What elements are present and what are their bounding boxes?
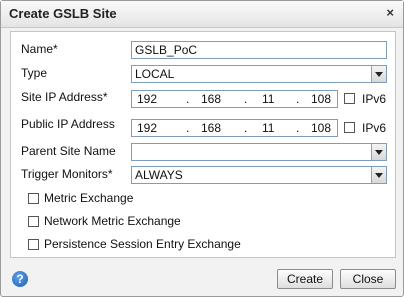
ip-separator: .	[296, 121, 300, 135]
persistence-session-entry-exchange-label: Persistence Session Entry Exchange	[44, 237, 241, 251]
type-label: Type	[21, 66, 48, 80]
ip-separator: .	[244, 92, 248, 106]
ip-separator: .	[296, 92, 300, 106]
site-ip-ipv6-label: IPv6	[362, 92, 387, 106]
public-ip-octet-2[interactable]: 168	[201, 121, 221, 135]
create-gslb-site-dialog: Create GSLB Site × Name* GSLB_PoC Type L…	[0, 0, 404, 297]
type-select[interactable]: LOCAL	[131, 65, 387, 83]
public-ip-octet-3[interactable]: 11	[262, 121, 274, 135]
site-ip-octet-4[interactable]: 108	[311, 92, 331, 106]
public-ip-input[interactable]: 192 . 168 . 11 . 108	[131, 119, 338, 137]
public-ip-octet-4[interactable]: 108	[311, 121, 331, 135]
close-button[interactable]: Close	[340, 269, 396, 289]
ip-separator: .	[244, 121, 248, 135]
public-ip-ipv6-label: IPv6	[362, 121, 387, 135]
ip-separator: .	[186, 121, 190, 135]
site-ip-ipv6-checkbox[interactable]	[344, 93, 355, 104]
close-icon[interactable]: ×	[386, 5, 394, 20]
dialog-titlebar: Create GSLB Site ×	[1, 1, 403, 28]
parent-site-label: Parent Site Name	[21, 144, 116, 158]
trigger-monitors-select[interactable]: ALWAYS	[131, 166, 387, 184]
create-button[interactable]: Create	[277, 269, 333, 289]
parent-site-select[interactable]	[131, 143, 387, 161]
metric-exchange-label: Metric Exchange	[44, 191, 134, 205]
name-input[interactable]: GSLB_PoC	[131, 41, 387, 59]
network-metric-exchange-checkbox[interactable]	[28, 216, 39, 227]
dialog-title: Create GSLB Site	[9, 6, 117, 21]
name-label: Name*	[21, 42, 58, 56]
type-value: LOCAL	[135, 67, 175, 81]
chevron-down-icon[interactable]	[371, 66, 386, 82]
site-ip-octet-2[interactable]: 168	[201, 92, 221, 106]
persistence-session-entry-exchange-checkbox[interactable]	[28, 239, 39, 250]
trigger-monitors-label: Trigger Monitors*	[21, 167, 113, 181]
site-ip-input[interactable]: 192 . 168 . 11 . 108	[131, 90, 338, 108]
public-ip-label: Public IP Address	[21, 117, 115, 131]
public-ip-octet-1[interactable]: 192	[137, 121, 157, 135]
site-ip-label: Site IP Address*	[21, 90, 108, 104]
public-ip-ipv6-checkbox[interactable]	[344, 122, 355, 133]
chevron-down-icon[interactable]	[371, 144, 386, 160]
trigger-monitors-value: ALWAYS	[135, 168, 183, 182]
form-panel: Name* GSLB_PoC Type LOCAL Site IP Addres…	[10, 31, 396, 258]
site-ip-octet-3[interactable]: 11	[262, 92, 274, 106]
site-ip-octet-1[interactable]: 192	[137, 92, 157, 106]
chevron-down-icon[interactable]	[371, 167, 386, 183]
help-icon[interactable]: ?	[12, 271, 28, 287]
metric-exchange-checkbox[interactable]	[28, 193, 39, 204]
ip-separator: .	[186, 92, 190, 106]
network-metric-exchange-label: Network Metric Exchange	[44, 214, 181, 228]
